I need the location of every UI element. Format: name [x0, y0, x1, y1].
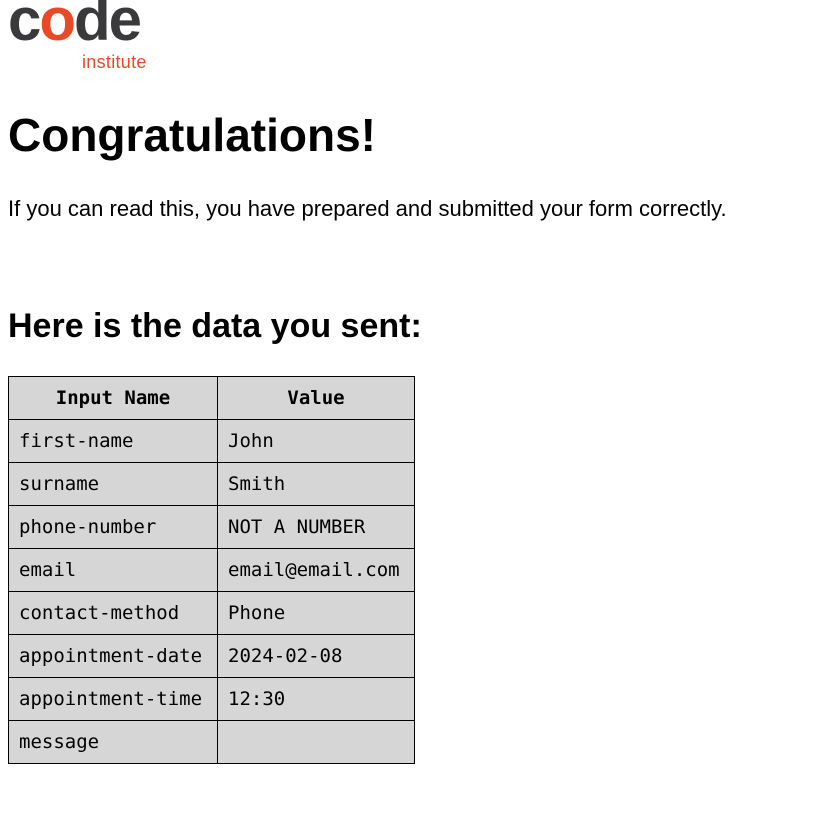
- logo-word-accent: o: [39, 0, 76, 53]
- input-name-cell: email: [8, 548, 218, 592]
- value-cell: email@email.com: [217, 548, 415, 592]
- submitted-data-table: Input Name Value first-name John surname…: [8, 376, 415, 764]
- table-header-row: Input Name Value: [8, 376, 415, 420]
- input-name-cell: appointment-date: [8, 634, 218, 678]
- column-header-value: Value: [217, 376, 415, 420]
- table-row: appointment-time 12:30: [8, 677, 415, 721]
- intro-text: If you can read this, you have prepared …: [8, 196, 727, 221]
- value-cell: Phone: [217, 591, 415, 635]
- input-name-cell: first-name: [8, 419, 218, 463]
- logo-word-end: de: [74, 0, 142, 53]
- value-cell: [217, 720, 415, 764]
- table-row: surname Smith: [8, 462, 415, 506]
- value-cell: 12:30: [217, 677, 415, 721]
- data-section-heading: Here is the data you sent:: [8, 307, 422, 345]
- table-row: first-name John: [8, 419, 415, 463]
- input-name-cell: message: [8, 720, 218, 764]
- value-cell: 2024-02-08: [217, 634, 415, 678]
- input-name-cell: contact-method: [8, 591, 218, 635]
- table-row: contact-method Phone: [8, 591, 415, 635]
- table-row: phone-number NOT A NUMBER: [8, 505, 415, 549]
- logo-word-start: c: [8, 0, 41, 53]
- code-institute-logo: code institute: [8, 0, 168, 76]
- page-title: Congratulations!: [8, 109, 376, 161]
- column-header-input-name: Input Name: [8, 376, 218, 420]
- input-name-cell: surname: [8, 462, 218, 506]
- input-name-cell: phone-number: [8, 505, 218, 549]
- value-cell: Smith: [217, 462, 415, 506]
- logo-wordmark: code: [8, 0, 142, 53]
- table-row: message: [8, 720, 415, 764]
- input-name-cell: appointment-time: [8, 677, 218, 721]
- logo-subtitle: institute: [82, 52, 147, 72]
- value-cell: NOT A NUMBER: [217, 505, 415, 549]
- value-cell: John: [217, 419, 415, 463]
- table-row: email email@email.com: [8, 548, 415, 592]
- table-row: appointment-date 2024-02-08: [8, 634, 415, 678]
